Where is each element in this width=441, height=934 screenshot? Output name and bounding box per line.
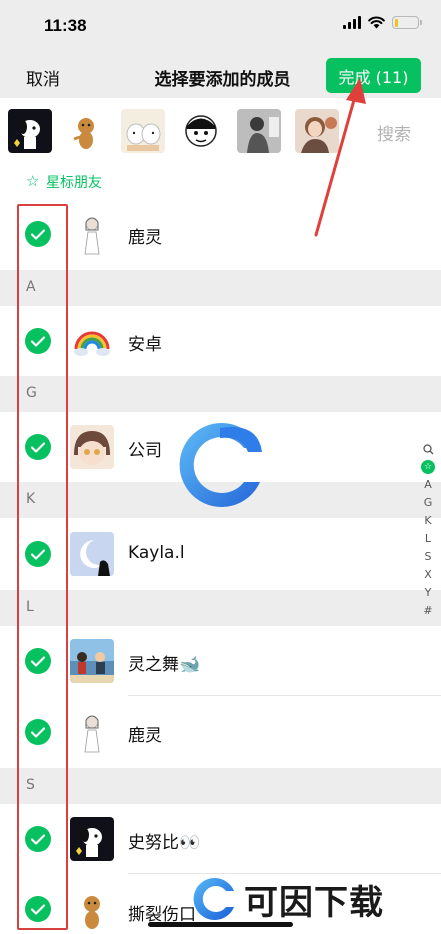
contact-name: 史努比👀	[128, 833, 201, 853]
selected-avatar[interactable]	[8, 109, 52, 153]
selected-avatar[interactable]	[237, 109, 281, 153]
section-letter: A	[26, 279, 36, 295]
page-title-text: 选择要添加的成员	[154, 70, 291, 90]
status-time: 11:38	[44, 16, 87, 35]
contact-name: 灵之舞🐋	[128, 655, 201, 675]
watermark-brand: 可因下载	[190, 868, 430, 930]
cellular-signal-icon	[343, 16, 361, 29]
checkbox-checked-icon[interactable]	[25, 541, 51, 567]
index-letter[interactable]: X	[424, 567, 432, 583]
section-header: A	[0, 270, 441, 306]
section-letter: L	[26, 599, 34, 615]
section-header: G	[0, 376, 441, 412]
section-letter: S	[26, 777, 35, 793]
contact-name: 安卓	[128, 335, 162, 355]
battery-icon	[392, 16, 422, 29]
checkbox-checked-icon[interactable]	[25, 221, 51, 247]
annotation-arrow	[314, 78, 366, 237]
index-letter[interactable]: #	[423, 603, 432, 619]
status-icons	[343, 16, 422, 29]
checkbox-checked-icon[interactable]	[25, 826, 51, 852]
contact-name: 鹿灵	[128, 726, 162, 746]
contact-row[interactable]: Kayla.l	[0, 518, 441, 590]
home-indicator	[148, 922, 293, 927]
status-bar: 11:38	[0, 0, 441, 52]
wifi-icon	[368, 16, 385, 29]
index-letter[interactable]: S	[425, 549, 432, 565]
section-letter: K	[26, 491, 36, 507]
search-input[interactable]: 搜索	[377, 120, 411, 145]
contact-row[interactable]: 史努比👀	[0, 804, 441, 874]
avatar	[70, 639, 114, 683]
starred-section-label: 星标朋友	[46, 175, 102, 191]
watermark-logo-icon	[179, 423, 262, 507]
checkbox-checked-icon[interactable]	[25, 328, 51, 354]
avatar	[70, 425, 114, 469]
avatar	[70, 887, 114, 931]
selected-avatar[interactable]	[121, 109, 165, 153]
selected-avatar[interactable]	[64, 109, 108, 153]
alphabet-index-bar[interactable]: ☆ A G K L S X Y #	[419, 444, 437, 619]
contact-name: 公司	[128, 441, 162, 461]
checkbox-checked-icon[interactable]	[25, 896, 51, 922]
index-letter[interactable]: A	[424, 477, 432, 493]
checkbox-checked-icon[interactable]	[25, 719, 51, 745]
avatar	[70, 212, 114, 256]
section-letter: G	[26, 385, 37, 401]
index-letter[interactable]: Y	[425, 585, 432, 601]
contact-row[interactable]: 灵之舞🐋	[0, 626, 441, 696]
star-icon: ☆	[26, 172, 40, 190]
contact-name: 鹿灵	[128, 228, 162, 248]
contact-row[interactable]: 安卓	[0, 306, 441, 376]
brand-logo-icon	[193, 878, 234, 920]
checkbox-checked-icon[interactable]	[25, 648, 51, 674]
checkbox-checked-icon[interactable]	[25, 434, 51, 460]
index-letter[interactable]: K	[424, 513, 431, 529]
contact-name: Kayla.l	[128, 543, 185, 563]
section-header: S	[0, 768, 441, 804]
search-icon[interactable]	[422, 444, 434, 455]
index-letter[interactable]: L	[425, 531, 431, 547]
brand-text: 可因下载	[244, 882, 384, 923]
avatar	[70, 817, 114, 861]
avatar	[70, 532, 114, 576]
index-letter[interactable]: G	[424, 495, 433, 511]
contact-row[interactable]: 鹿灵	[0, 696, 441, 768]
index-star-icon[interactable]: ☆	[421, 460, 435, 474]
avatar	[70, 319, 114, 363]
avatar	[70, 710, 114, 754]
section-header: L	[0, 590, 441, 626]
selected-avatar[interactable]	[179, 109, 223, 153]
